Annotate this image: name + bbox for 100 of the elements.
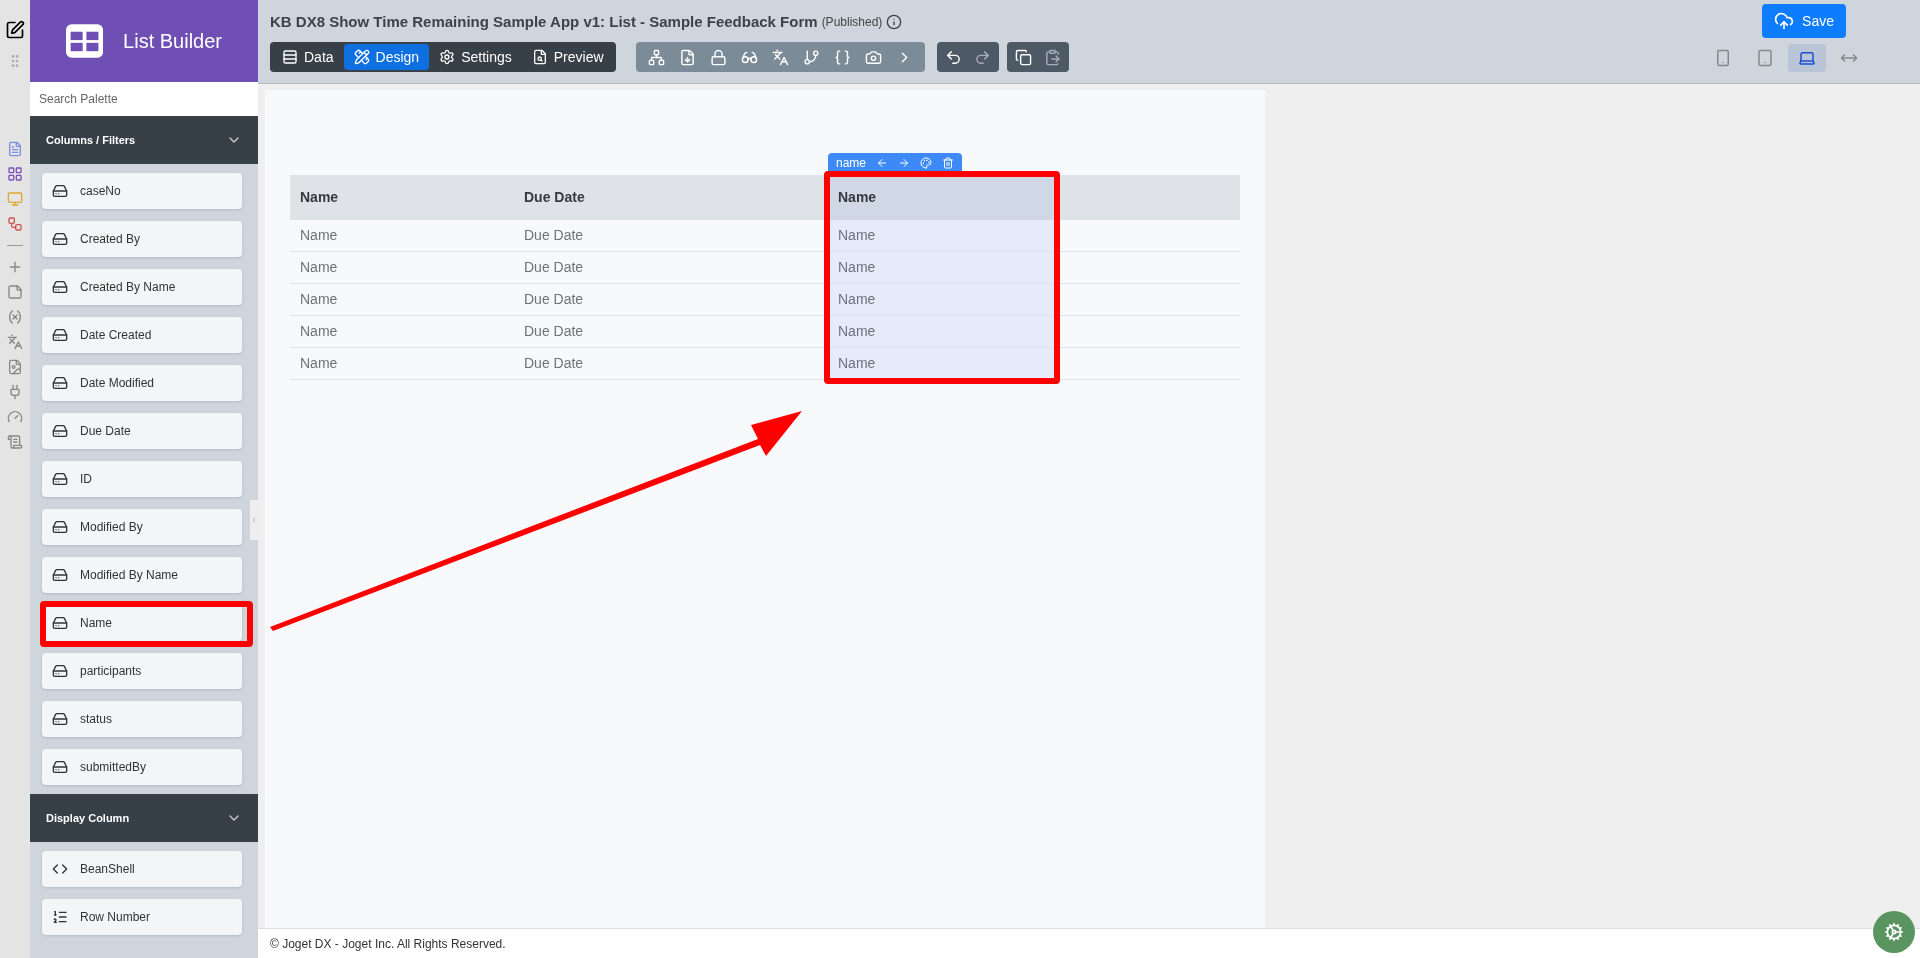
note-icon[interactable] bbox=[7, 284, 23, 300]
table-cell: Name bbox=[828, 348, 1056, 380]
field-icon bbox=[52, 183, 68, 199]
device-toggle[interactable] bbox=[1788, 44, 1826, 72]
table-cell: Due Date bbox=[514, 220, 828, 252]
search-field[interactable]: Search Palette bbox=[30, 82, 258, 116]
document-icon[interactable] bbox=[7, 141, 23, 157]
palette-item[interactable]: Date Modified bbox=[42, 365, 242, 401]
table-cell: Name bbox=[828, 284, 1056, 316]
mode-tab[interactable]: Data bbox=[272, 44, 344, 70]
file-image-icon[interactable] bbox=[7, 359, 23, 375]
pencil-ruler-icon bbox=[353, 49, 370, 65]
mode-tab[interactable]: Design bbox=[343, 44, 430, 70]
field-icon bbox=[52, 327, 68, 343]
column-header[interactable]: Name bbox=[290, 175, 514, 220]
field-icon bbox=[52, 423, 68, 439]
palette-item[interactable]: ID bbox=[42, 461, 242, 497]
palette-item[interactable]: Due Date bbox=[42, 413, 242, 449]
table-cell: Name bbox=[290, 348, 514, 380]
redo-icon[interactable] bbox=[973, 48, 991, 66]
import-icon[interactable] bbox=[678, 48, 696, 66]
save-button[interactable]: Save bbox=[1762, 4, 1846, 38]
palette-item[interactable]: status bbox=[42, 701, 242, 737]
palette-item[interactable]: caseNo bbox=[42, 173, 242, 209]
palette-item[interactable]: Modified By bbox=[42, 509, 242, 545]
palette-item[interactable]: BeanShell bbox=[42, 851, 242, 887]
palette-item[interactable]: Date Created bbox=[42, 317, 242, 353]
undo-icon[interactable] bbox=[944, 48, 962, 66]
field-icon bbox=[52, 711, 68, 727]
plug-icon[interactable] bbox=[7, 384, 23, 400]
section-header[interactable]: Columns / Filters bbox=[30, 116, 258, 164]
gear-icon bbox=[439, 49, 456, 65]
gauge-icon[interactable] bbox=[7, 409, 23, 425]
field-icon bbox=[52, 471, 68, 487]
table-cell: Name bbox=[828, 316, 1056, 348]
section-header[interactable]: Display Column bbox=[30, 794, 258, 842]
table-icon bbox=[282, 49, 298, 65]
collapse-icon[interactable] bbox=[250, 516, 258, 524]
table-cell: Due Date bbox=[514, 284, 828, 316]
copy-icon[interactable] bbox=[1014, 48, 1032, 66]
table-cell: Due Date bbox=[514, 252, 828, 284]
field-icon bbox=[52, 231, 68, 247]
info-icon[interactable] bbox=[886, 14, 903, 30]
mode-tab[interactable]: Preview bbox=[521, 44, 614, 70]
tablet-icon bbox=[1756, 49, 1774, 67]
table-cell: Name bbox=[290, 284, 514, 316]
camera-icon[interactable] bbox=[864, 48, 882, 66]
grid-icon[interactable] bbox=[7, 166, 23, 182]
column-id-label: name bbox=[836, 154, 867, 172]
translate-icon[interactable] bbox=[7, 334, 23, 350]
field-icon bbox=[52, 615, 68, 631]
list-builder-logo-icon bbox=[66, 23, 104, 59]
code-icon bbox=[52, 861, 68, 877]
table-cell: Name bbox=[290, 252, 514, 284]
footer-text: © Joget DX - Joget Inc. All Rights Reserved. bbox=[270, 935, 506, 953]
table-cell: Name bbox=[290, 220, 514, 252]
field-icon bbox=[52, 279, 68, 295]
variable-icon[interactable] bbox=[7, 309, 23, 325]
mode-tab[interactable]: Settings bbox=[429, 44, 522, 70]
field-icon bbox=[52, 759, 68, 775]
table-cell: Due Date bbox=[514, 316, 828, 348]
phone-icon bbox=[1714, 49, 1732, 67]
column-header[interactable]: Name bbox=[828, 175, 1056, 220]
palette-item[interactable]: Modified By Name bbox=[42, 557, 242, 593]
laptop-icon bbox=[1798, 49, 1816, 67]
cloud-upload-icon bbox=[1774, 11, 1795, 31]
hierarchy-icon[interactable] bbox=[647, 48, 665, 66]
workflow-icon[interactable] bbox=[7, 216, 23, 232]
table-cell: Due Date bbox=[514, 348, 828, 380]
paste-icon[interactable] bbox=[1043, 48, 1061, 66]
palette-item[interactable]: Row Number bbox=[42, 899, 242, 935]
palette-item[interactable]: submittedBy bbox=[42, 749, 242, 785]
lock-icon[interactable] bbox=[709, 48, 727, 66]
palette-icon[interactable] bbox=[920, 156, 933, 169]
branch-icon[interactable] bbox=[802, 48, 820, 66]
field-icon bbox=[52, 567, 68, 583]
status-label: (Published) bbox=[821, 14, 883, 31]
numbered-list-icon bbox=[52, 909, 68, 925]
move-left-icon[interactable] bbox=[876, 156, 889, 169]
field-icon bbox=[52, 375, 68, 391]
palette-item[interactable]: Created By Name bbox=[42, 269, 242, 305]
move-right-icon[interactable] bbox=[898, 156, 911, 169]
palette-item[interactable]: Created By bbox=[42, 221, 242, 257]
file-search-icon bbox=[531, 49, 548, 65]
field-icon bbox=[52, 519, 68, 535]
delete-icon[interactable] bbox=[942, 156, 955, 169]
gear-icon bbox=[1884, 922, 1904, 942]
add-icon[interactable] bbox=[7, 259, 23, 275]
palette-item[interactable]: participants bbox=[42, 653, 242, 689]
table-cell: Name bbox=[290, 316, 514, 348]
table-cell: Name bbox=[828, 220, 1056, 252]
monitor-icon[interactable] bbox=[7, 191, 23, 207]
app-title: List Builder bbox=[123, 29, 222, 54]
braces-icon[interactable] bbox=[833, 48, 851, 66]
edit-icon[interactable] bbox=[5, 20, 25, 40]
table-cell: Name bbox=[828, 252, 1056, 284]
translate-icon[interactable] bbox=[771, 48, 789, 66]
scroll-icon[interactable] bbox=[7, 434, 23, 450]
page-title: KB DX8 Show Time Remaining Sample App v1: List - Sample Feedback Form bbox=[270, 11, 818, 32]
field-icon bbox=[52, 663, 68, 679]
